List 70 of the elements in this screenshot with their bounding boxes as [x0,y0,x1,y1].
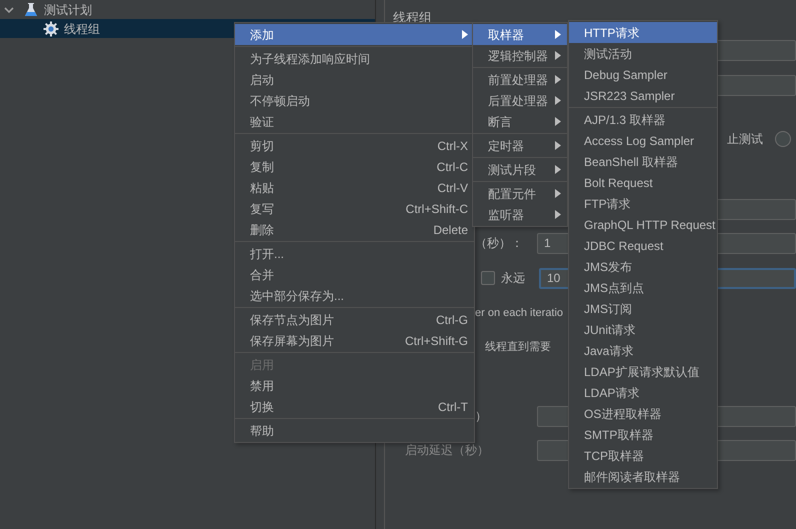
menu-item[interactable]: OS进程取样器 [569,403,717,424]
shortcut-text: Ctrl+Shift-G [404,332,468,350]
menu-item[interactable]: 监听器 [473,204,567,225]
menu-item[interactable]: 禁用 [235,375,474,396]
shortcut-text: Delete [432,222,468,238]
menu-item[interactable]: 断言 [473,111,567,132]
menu-item[interactable]: 帮助 [235,420,474,441]
tree-item[interactable]: 测试计划 [0,0,375,19]
shortcut-text: Ctrl-V [436,180,468,196]
menu-item[interactable]: 前置处理器 [473,69,567,90]
menu-item[interactable]: Java请求 [569,340,717,361]
menu-item[interactable]: 选中部分保存为... [235,285,474,306]
menu-item[interactable]: 切换 Ctrl-T [235,396,474,417]
shortcut-text: Ctrl-X [436,138,468,154]
option-text: er on each iteratio [475,306,564,321]
menu-item[interactable]: 测试活动 [569,43,717,64]
field-label: 止测试 [727,131,763,148]
menu-item[interactable]: LDAP扩展请求默认值 [569,361,717,382]
menu-item[interactable]: 复制 Ctrl-C [235,156,474,177]
menu-item[interactable]: Bolt Request [569,172,717,193]
menu-item[interactable]: JMS订阅 [569,298,717,319]
shortcut-text: Ctrl-T [437,398,468,416]
menu-item[interactable]: BeanShell 取样器 [569,151,717,172]
menu-item[interactable]: 保存屏幕为图片 Ctrl+Shift-G [235,330,474,351]
field-label: ） [475,408,488,425]
gear-icon [43,20,59,36]
menu-item[interactable]: JMS点到点 [569,277,717,298]
menu-item[interactable]: 复写 Ctrl+Shift-C [235,198,474,219]
menu-item[interactable]: 逻辑控制器 [473,45,567,66]
menu-item[interactable]: GraphQL HTTP Request [569,214,717,235]
menu-item[interactable]: 保存节点为图片 Ctrl-G [235,309,474,330]
menu-item[interactable]: 粘贴 Ctrl-V [235,177,474,198]
menu-item[interactable]: LDAP请求 [569,382,717,403]
menu-item[interactable]: 剪切 Ctrl-X [235,135,474,156]
field-label: （秒）： [475,235,524,252]
menu-item[interactable]: JMS发布 [569,256,717,277]
menu-item[interactable]: 取样器 [473,24,567,45]
flask-icon [23,2,39,18]
menu-item[interactable]: 为子线程添加响应时间 [235,48,474,69]
menu-item[interactable]: Debug Sampler [569,64,717,85]
menu-item[interactable]: JUnit请求 [569,319,717,340]
menu-item[interactable]: 定时器 [473,135,567,156]
shortcut-text: Ctrl+Shift-C [404,200,468,218]
menu-item[interactable]: 合并 [235,264,474,285]
checkbox-label: 永远 [501,270,525,287]
menu-item[interactable]: HTTP请求 [569,22,717,43]
chevron-down-icon [4,4,14,14]
menu-item[interactable]: 启动 [235,69,474,90]
shortcut-text: Ctrl-G [435,312,468,328]
menu-item[interactable]: 后置处理器 [473,90,567,111]
menu-item[interactable]: SMTP取样器 [569,424,717,445]
menu-item[interactable]: AJP/1.3 取样器 [569,109,717,130]
menu-item[interactable]: 验证 [235,111,474,132]
menu-item[interactable]: 不停顿启动 [235,90,474,111]
menu-item[interactable]: 邮件阅读者取样器 [569,466,717,487]
radio-button[interactable] [775,131,791,147]
checkbox[interactable] [481,271,495,285]
menu-item[interactable]: Access Log Sampler [569,130,717,151]
menu-item[interactable]: FTP请求 [569,193,717,214]
menu-item[interactable]: 配置元件 [473,183,567,204]
menu-item[interactable]: 删除 Delete [235,219,474,240]
menu-item[interactable]: JSR223 Sampler [569,85,717,106]
shortcut-text: Ctrl-C [436,158,468,176]
menu-item[interactable]: TCP取样器 [569,445,717,466]
menu-item[interactable]: 添加 [235,24,474,45]
menu-item[interactable]: 测试片段 [473,159,567,180]
menu-item[interactable]: 打开... [235,243,474,264]
menu-item[interactable]: JDBC Request [569,235,717,256]
option-text: 线程直到需要 [485,340,551,355]
field-label: 启动延迟（秒） [405,442,490,459]
